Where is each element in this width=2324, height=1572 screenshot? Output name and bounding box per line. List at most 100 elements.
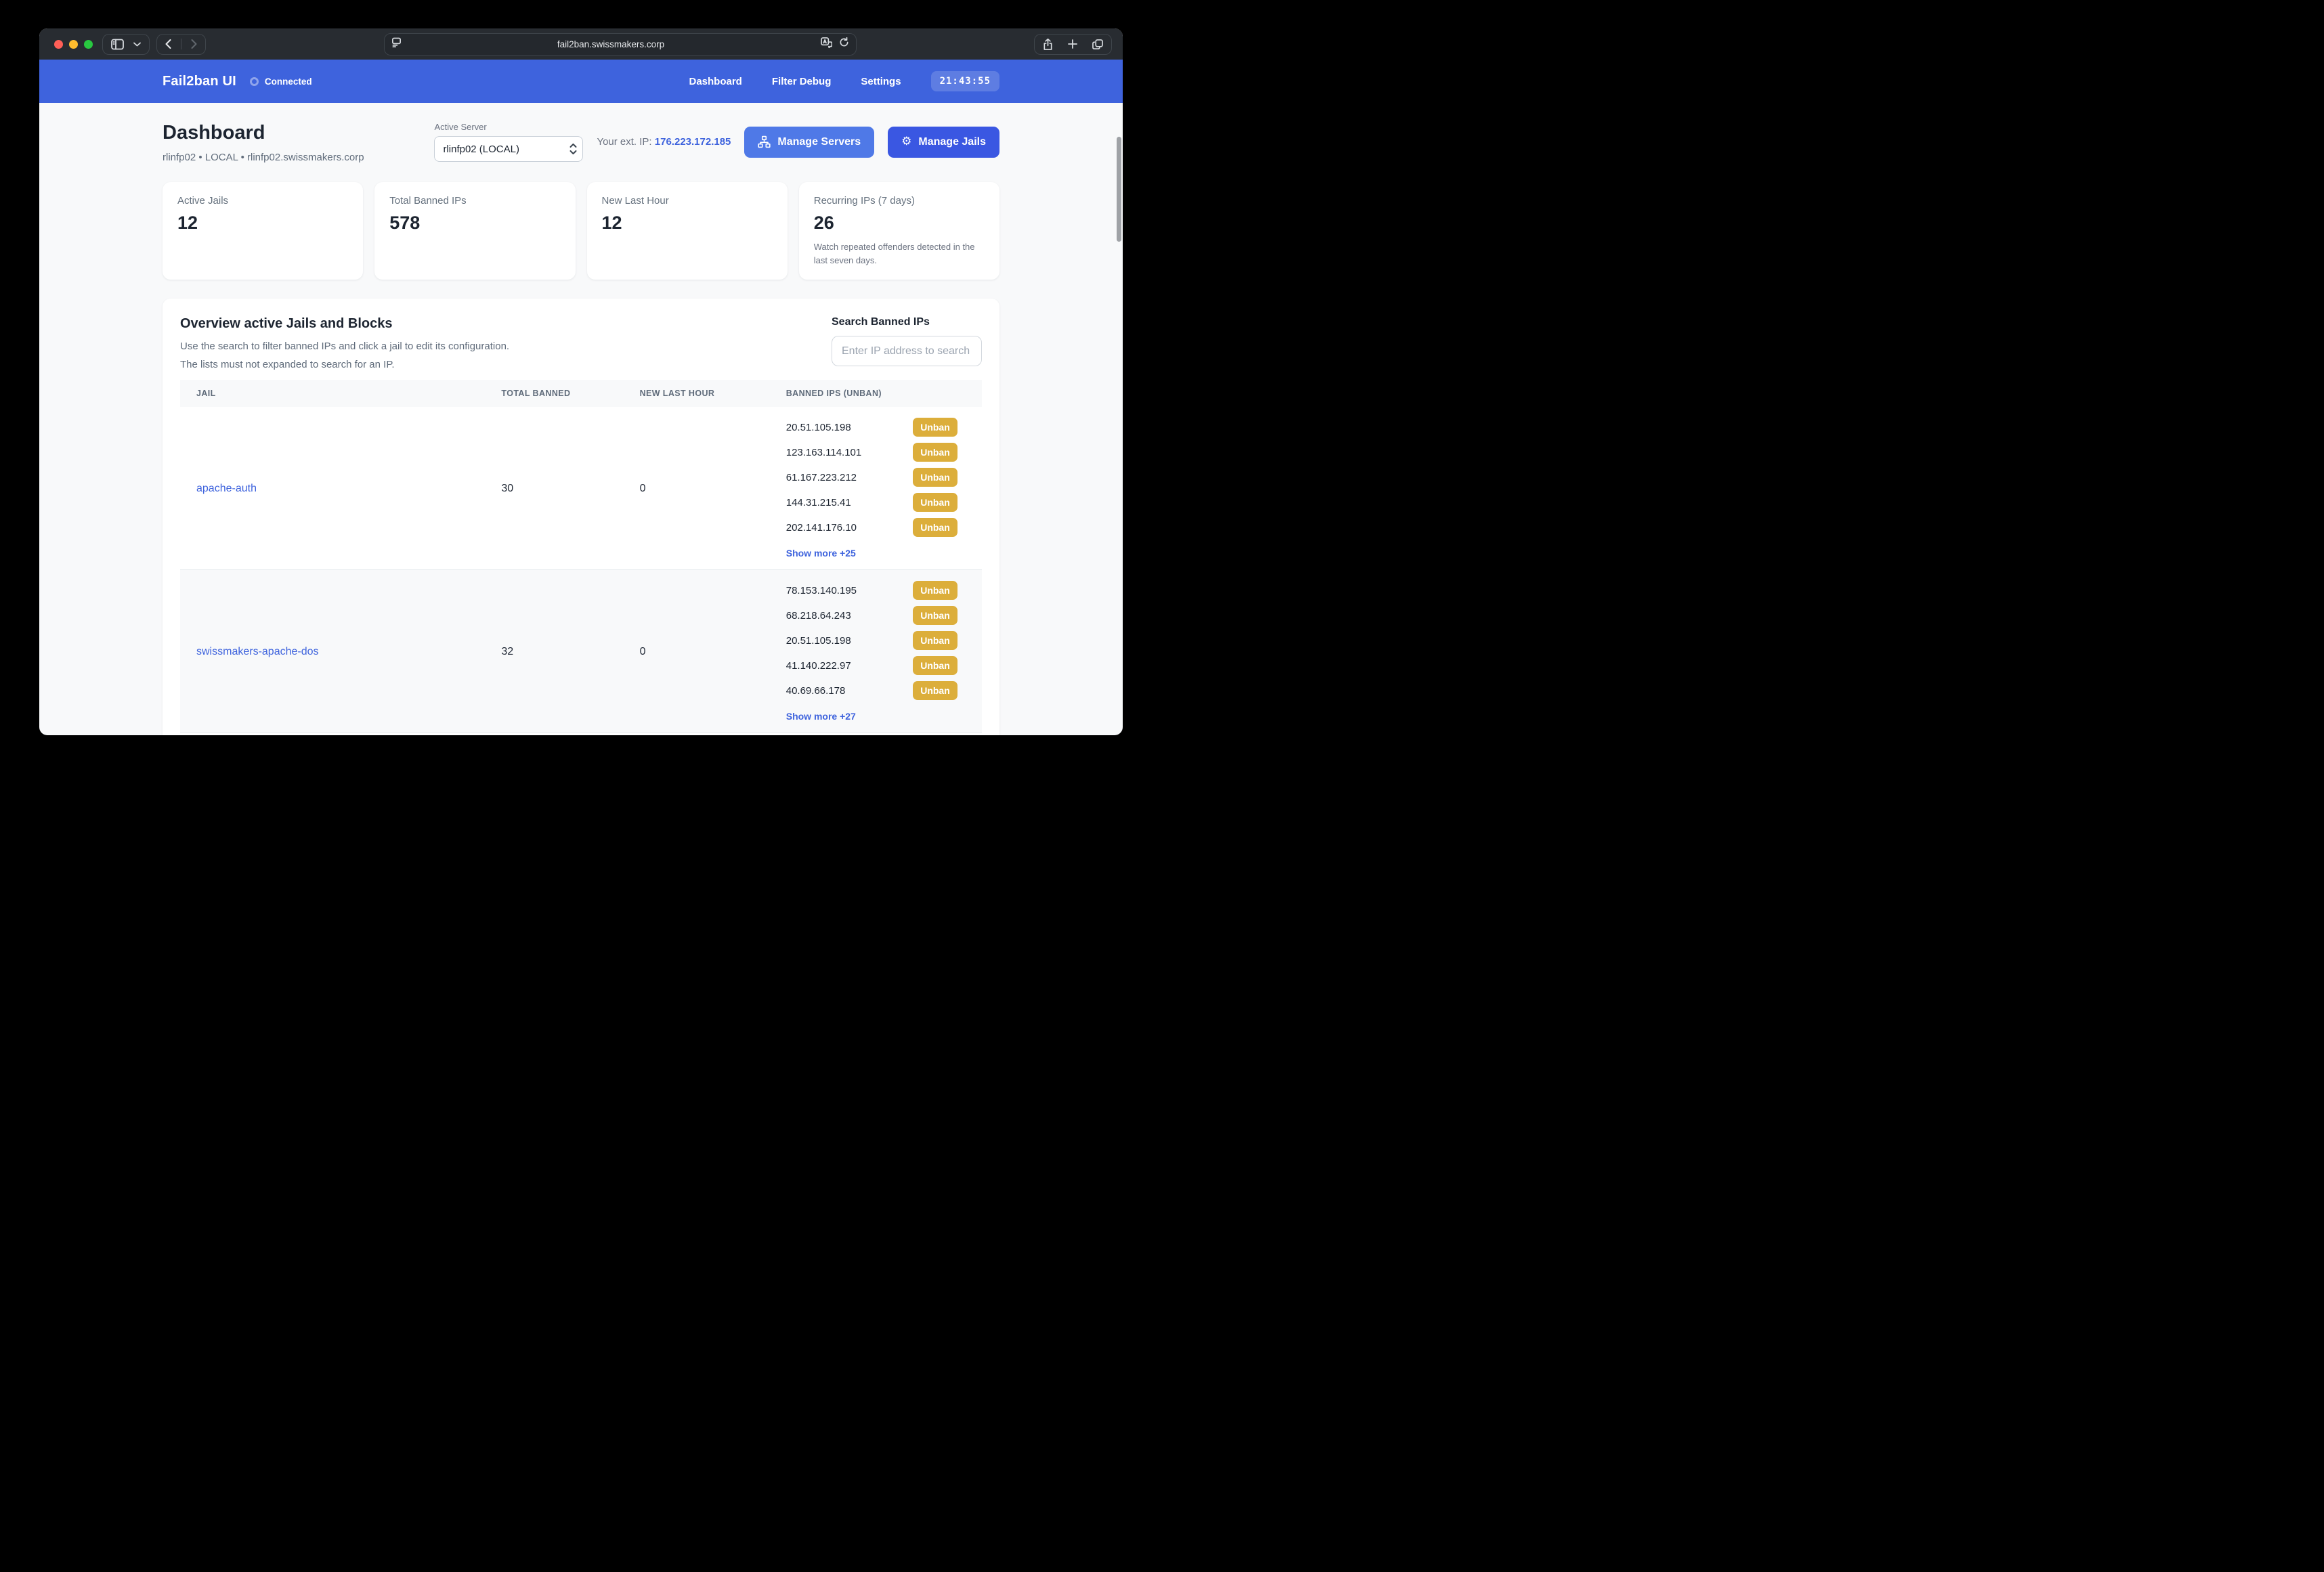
stat-label: Recurring IPs (7 days)	[814, 195, 985, 206]
banned-ip-row: 20.51.105.198 Unban	[786, 418, 957, 437]
tab-overview-button[interactable]	[1092, 39, 1103, 49]
new-tab-button[interactable]	[1068, 39, 1077, 49]
browser-toolbar: fail2ban.swissmakers.corp	[39, 28, 1123, 60]
page-scrollbar-thumb[interactable]	[1117, 137, 1121, 242]
table-row: 120.79.214.137 Unban 217.217.253.133 Unb…	[180, 733, 982, 736]
active-server-select[interactable]: rlinfp02 (LOCAL)	[434, 136, 583, 162]
banned-ip: 61.167.223.212	[786, 472, 857, 483]
page-heading-block: Dashboard rlinfp02 • LOCAL • rlinfp02.sw…	[163, 122, 364, 163]
column-header-new-last-hour: NEW LAST HOUR	[640, 380, 786, 407]
forward-chevron-icon	[191, 39, 197, 49]
nav-link-filter-debug[interactable]: Filter Debug	[772, 76, 832, 87]
sidebar-menu-chevron-button[interactable]	[133, 42, 141, 47]
minimize-window-button[interactable]	[69, 40, 78, 49]
banned-ip-row: 202.141.176.10 Unban	[786, 518, 957, 537]
banned-ip: 202.141.176.10	[786, 522, 857, 533]
banned-ip-row: 61.167.223.212 Unban	[786, 468, 957, 487]
url-text[interactable]: fail2ban.swissmakers.corp	[402, 39, 821, 49]
banned-ip: 20.51.105.198	[786, 422, 851, 433]
manage-servers-label: Manage Servers	[777, 136, 861, 148]
column-header-total-banned: TOTAL BANNED	[501, 380, 639, 407]
unban-button[interactable]: Unban	[913, 468, 957, 487]
gear-icon: ⚙	[901, 136, 911, 148]
stat-card-active-jails: Active Jails 12	[163, 182, 363, 280]
stat-label: Total Banned IPs	[389, 195, 560, 206]
table-row: apache-auth 30 0 20.51.105.198 Unban 123…	[180, 407, 982, 570]
unban-button[interactable]: Unban	[913, 581, 957, 600]
nav-link-settings[interactable]: Settings	[861, 76, 901, 87]
banned-ip-row: 78.153.140.195 Unban	[786, 581, 957, 600]
manage-jails-label: Manage Jails	[918, 136, 986, 148]
stat-value: 578	[389, 213, 560, 234]
share-icon	[1043, 39, 1053, 50]
new-last-hour-value: 0	[640, 570, 786, 733]
reload-icon	[839, 37, 849, 47]
zoom-window-button[interactable]	[84, 40, 93, 49]
reader-view-button[interactable]	[391, 37, 402, 51]
sidebar-toolbar-group	[102, 34, 150, 55]
external-ip: Your ext. IP: 176.223.172.185	[597, 136, 731, 148]
address-bar[interactable]: fail2ban.swissmakers.corp	[384, 33, 857, 56]
manage-servers-button[interactable]: Manage Servers	[744, 127, 874, 158]
total-banned-value	[501, 733, 639, 736]
back-chevron-icon	[165, 39, 171, 49]
column-header-jail: JAIL	[180, 380, 501, 407]
banned-ip-row: 40.69.66.178 Unban	[786, 681, 957, 700]
show-more-link[interactable]: Show more +27	[786, 711, 856, 722]
window-controls	[54, 40, 93, 49]
banned-ip: 20.51.105.198	[786, 635, 851, 647]
new-last-hour-value	[640, 733, 786, 736]
banned-ip-row: 20.51.105.198 Unban	[786, 631, 957, 650]
unban-button[interactable]: Unban	[913, 606, 957, 625]
stat-description: Watch repeated offenders detected in the…	[814, 240, 983, 267]
stat-card-new-last-hour: New Last Hour 12	[587, 182, 788, 280]
stat-card-recurring-ips: Recurring IPs (7 days) 26 Watch repeated…	[799, 182, 999, 280]
banned-ip: 68.218.64.243	[786, 610, 851, 621]
search-banned-ips-input[interactable]	[832, 336, 982, 366]
unban-button[interactable]: Unban	[913, 443, 957, 462]
jail-link[interactable]: swissmakers-apache-dos	[196, 646, 319, 657]
unban-button[interactable]: Unban	[913, 493, 957, 512]
jails-table: JAIL TOTAL BANNED NEW LAST HOUR BANNED I…	[180, 380, 982, 735]
overview-description-2: The lists must not expanded to search fo…	[180, 359, 509, 370]
stat-value: 12	[177, 213, 348, 234]
banned-ip: 123.163.114.101	[786, 447, 862, 458]
connection-status-label: Connected	[265, 77, 312, 87]
tabs-toolbar-group	[1034, 34, 1112, 55]
active-server-label: Active Server	[434, 122, 583, 132]
tabs-overview-icon	[1092, 39, 1103, 49]
forward-button[interactable]	[191, 39, 197, 49]
unban-button[interactable]: Unban	[913, 656, 957, 675]
nav-link-dashboard[interactable]: Dashboard	[689, 76, 742, 87]
external-ip-value: 176.223.172.185	[655, 136, 731, 148]
close-window-button[interactable]	[54, 40, 63, 49]
banned-ip: 78.153.140.195	[786, 585, 857, 596]
unban-button[interactable]: Unban	[913, 418, 957, 437]
app-brand: Fail2ban UI	[163, 74, 236, 89]
jail-link[interactable]: apache-auth	[196, 483, 257, 494]
back-button[interactable]	[165, 39, 171, 49]
translate-icon	[821, 37, 832, 48]
unban-button[interactable]: Unban	[913, 631, 957, 650]
external-ip-label: Your ext. IP:	[597, 136, 651, 148]
table-row: swissmakers-apache-dos 32 0 78.153.140.1…	[180, 570, 982, 733]
reload-button[interactable]	[839, 37, 849, 51]
sitemap-icon	[758, 135, 771, 148]
banned-ip-row: 41.140.222.97 Unban	[786, 656, 957, 675]
page-title: Dashboard	[163, 122, 364, 144]
unban-button[interactable]: Unban	[913, 681, 957, 700]
translate-button[interactable]	[821, 37, 832, 51]
stat-label: New Last Hour	[602, 195, 773, 206]
sidebar-toggle-button[interactable]	[111, 39, 124, 50]
urlbar-area: fail2ban.swissmakers.corp	[213, 33, 1027, 56]
page-content: Dashboard rlinfp02 • LOCAL • rlinfp02.sw…	[39, 103, 1123, 735]
share-button[interactable]	[1043, 39, 1053, 50]
manage-jails-button[interactable]: ⚙ Manage Jails	[888, 127, 999, 158]
total-banned-value: 32	[501, 570, 639, 733]
table-header-row: JAIL TOTAL BANNED NEW LAST HOUR BANNED I…	[180, 380, 982, 407]
banned-ip-row: 68.218.64.243 Unban	[786, 606, 957, 625]
show-more-link[interactable]: Show more +25	[786, 548, 856, 559]
overview-title: Overview active Jails and Blocks	[180, 316, 509, 332]
unban-button[interactable]: Unban	[913, 518, 957, 537]
stat-label: Active Jails	[177, 195, 348, 206]
